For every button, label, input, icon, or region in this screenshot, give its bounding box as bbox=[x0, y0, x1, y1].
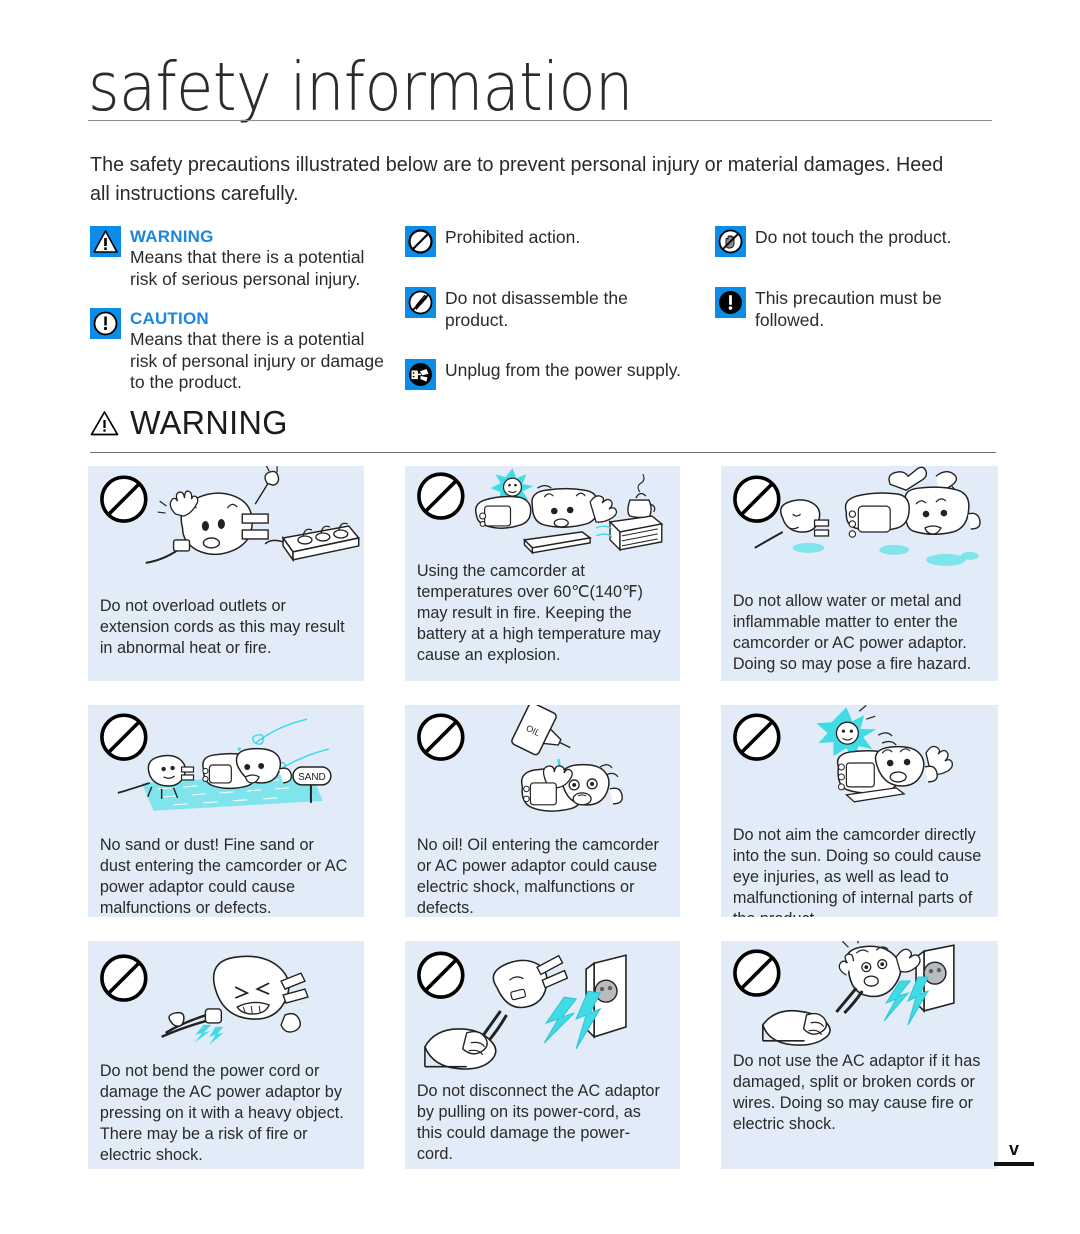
panel-damaged-adaptor: Do not use the AC adaptor if it has dama… bbox=[721, 941, 998, 1169]
unplug-power-icon bbox=[405, 359, 436, 390]
panel-row-2: SAND No sand or dust! Fine sand or dust … bbox=[88, 705, 998, 917]
warning-section-divider bbox=[90, 452, 996, 453]
do-not-disassemble-icon bbox=[405, 287, 436, 318]
illustration-damaged-adaptor-sparking bbox=[721, 941, 998, 1051]
illustration-camcorder-on-sand: SAND bbox=[88, 705, 364, 835]
legend-column-3: Do not touch the product. This precautio… bbox=[715, 226, 1000, 345]
legend-column-1: WARNING Means that there is a potential … bbox=[90, 226, 390, 408]
legend-text-disassemble: Do not disassemble the product. bbox=[445, 288, 628, 330]
panel-water-or-metal: Do not allow water or metal and inflamma… bbox=[721, 466, 998, 681]
legend-text-must-follow: This precaution must be followed. bbox=[755, 288, 942, 330]
legend-body-warning: Means that there is a potential risk of … bbox=[130, 247, 365, 289]
safety-panel-grid: Do not overload outlets or extension cor… bbox=[88, 466, 998, 1193]
warning-section-header: WARNING bbox=[90, 404, 996, 453]
legend-body-caution: Means that there is a potential risk of … bbox=[130, 329, 384, 392]
legend-text-caution: CAUTION Means that there is a potential … bbox=[130, 308, 390, 394]
legend-block: WARNING Means that there is a potential … bbox=[90, 226, 996, 392]
warning-section-label: WARNING bbox=[130, 404, 288, 441]
panel-row-3: Do not bend the power cord or damage the… bbox=[88, 941, 998, 1169]
panel-caption: Do not use the AC adaptor if it has dama… bbox=[733, 1052, 981, 1133]
legend-text-warning: WARNING Means that there is a potential … bbox=[130, 226, 390, 290]
warning-triangle-icon bbox=[90, 226, 121, 257]
panel-do-not-pull-cord: Do not disconnect the AC adaptor by pull… bbox=[404, 941, 681, 1169]
illustration-camcorder-pointing-at-sun bbox=[721, 705, 998, 825]
panel-caption: Do not disconnect the AC adaptor by pull… bbox=[416, 1082, 660, 1163]
panel-do-not-bend-cord: Do not bend the power cord or damage the… bbox=[88, 941, 364, 1169]
illustration-oil-bottle-dripping: OIL bbox=[405, 705, 681, 835]
do-not-touch-icon bbox=[715, 226, 746, 257]
legend-item-must-follow: This precaution must be followed. bbox=[715, 287, 1000, 331]
panel-caption: No sand or dust! Fine sand or dust enter… bbox=[99, 836, 348, 917]
caution-exclamation-icon bbox=[90, 308, 121, 339]
page-number-rule bbox=[994, 1162, 1034, 1166]
legend-heading-caution: CAUTION bbox=[130, 309, 209, 328]
legend-item-warning: WARNING Means that there is a potential … bbox=[90, 226, 390, 290]
page-title: safety information bbox=[88, 48, 633, 127]
sand-sign-label: SAND bbox=[298, 772, 326, 783]
legend-item-prohibited: Prohibited action. bbox=[405, 226, 695, 257]
panel-row-1: Do not overload outlets or extension cor… bbox=[88, 466, 998, 681]
legend-text-prohibited: Prohibited action. bbox=[445, 227, 581, 247]
panel-no-oil: OIL No oil! Oil entering the camcorder o… bbox=[404, 705, 681, 917]
illustration-camcorder-water-splash bbox=[721, 466, 998, 591]
illustration-camcorder-heat-stove bbox=[405, 466, 681, 561]
legend-text-do-not-touch: Do not touch the product. bbox=[755, 227, 952, 247]
panel-overload-outlets: Do not overload outlets or extension cor… bbox=[88, 466, 364, 681]
page-footer: v bbox=[994, 1139, 1034, 1166]
illustration-bent-power-adaptor bbox=[88, 941, 364, 1061]
legend-heading-warning: WARNING bbox=[130, 227, 214, 246]
intro-paragraph: The safety precautions illustrated below… bbox=[90, 153, 944, 205]
legend-item-unplug: Unplug from the power supply. bbox=[405, 359, 695, 390]
illustration-plug-and-power-strip bbox=[88, 466, 364, 596]
panel-no-sand-or-dust: SAND No sand or dust! Fine sand or dust … bbox=[88, 705, 364, 917]
page-header: safety information bbox=[88, 52, 992, 123]
legend-text-unplug: Unplug from the power supply. bbox=[445, 360, 682, 380]
title-divider bbox=[88, 120, 992, 121]
panel-caption: Using the camcorder at temperatures over… bbox=[416, 562, 661, 664]
panel-caption: No oil! Oil entering the camcorder or AC… bbox=[416, 836, 659, 917]
page-number: v bbox=[1008, 1139, 1019, 1159]
warning-triangle-outline-icon bbox=[90, 410, 119, 436]
panel-caption: Do not aim the camcorder directly into t… bbox=[733, 826, 982, 917]
must-be-followed-icon bbox=[715, 287, 746, 318]
panel-caption: Do not allow water or metal and inflamma… bbox=[733, 592, 972, 673]
legend-item-disassemble: Do not disassemble the product. bbox=[405, 287, 695, 331]
panel-caption: Do not overload outlets or extension cor… bbox=[99, 597, 345, 657]
legend-column-2: Prohibited action. Do not disassemble th… bbox=[405, 226, 695, 404]
legend-item-caution: CAUTION Means that there is a potential … bbox=[90, 308, 390, 394]
panel-caption: Do not bend the power cord or damage the… bbox=[99, 1062, 344, 1164]
legend-item-do-not-touch: Do not touch the product. bbox=[715, 226, 1000, 257]
panel-no-direct-sun: Do not aim the camcorder directly into t… bbox=[721, 705, 998, 917]
prohibited-action-icon bbox=[405, 226, 436, 257]
panel-high-temperature: Using the camcorder at temperatures over… bbox=[404, 466, 681, 681]
illustration-hand-pulling-cord-from-outlet bbox=[405, 941, 681, 1081]
